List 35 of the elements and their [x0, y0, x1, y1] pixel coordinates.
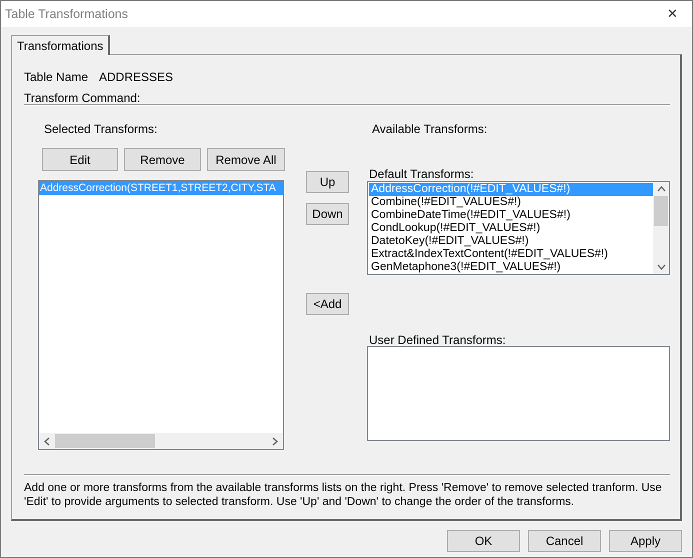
scroll-right-icon[interactable] — [272, 436, 278, 446]
scrollbar-thumb[interactable] — [55, 434, 155, 448]
action-button[interactable]: Remove — [124, 148, 201, 171]
field-label: Table Name — [24, 69, 90, 86]
horizontal-scrollbar[interactable] — [39, 433, 283, 449]
list-item[interactable]: Extract&IndexTextContent(!#EDIT_VALUES#!) — [369, 248, 653, 261]
help-text: Add one or more transforms from the available transforms lists on the right. Press 'Remove' to remove selected tranform. Use 'Edit' to provide arguments to selected transform. Use 'Up' and 'Down' to change the order of the transforms. — [24, 481, 663, 509]
section-label: Selected Transforms: — [43, 121, 158, 134]
scroll-left-icon[interactable] — [44, 436, 50, 446]
action-button[interactable]: Remove All — [207, 148, 285, 171]
add-button[interactable]: <Add — [306, 293, 349, 315]
dialog-button[interactable]: Cancel — [528, 530, 601, 552]
list-item[interactable]: Combine(!#EDIT_VALUES#!) — [369, 196, 653, 209]
section-label: Available Transforms: — [371, 121, 488, 134]
move-button[interactable]: Down — [306, 203, 349, 225]
field-label: Transform Command: — [24, 90, 142, 103]
scroll-down-icon[interactable] — [656, 264, 666, 270]
section-label: User Defined Transforms: — [368, 332, 507, 345]
table-name-value: ADDRESSES — [99, 69, 174, 86]
section-label: Default Transforms: — [368, 168, 475, 180]
scrollbar-thumb[interactable] — [654, 196, 668, 226]
list-item[interactable]: CombineDateTime(!#EDIT_VALUES#!) — [369, 209, 653, 222]
list-item[interactable]: GenMetaphone3(!#EDIT_VALUES#!) — [369, 261, 653, 274]
list-item[interactable]: CondLookup(!#EDIT_VALUES#!) — [369, 222, 653, 235]
dialog-button[interactable]: OK — [447, 530, 520, 552]
window-title: Table Transformations — [5, 6, 128, 23]
tab[interactable]: Transformations — [11, 35, 110, 55]
user-defined-transforms-list[interactable] — [367, 346, 670, 441]
list-item[interactable]: DatetoKey(!#EDIT_VALUES#!) — [369, 235, 653, 248]
action-button[interactable]: Edit — [42, 148, 118, 171]
scroll-up-icon[interactable] — [656, 186, 666, 192]
vertical-scrollbar[interactable] — [653, 182, 669, 274]
close-button[interactable]: ✕ — [665, 4, 680, 24]
dialog-button[interactable]: Apply — [609, 530, 682, 552]
move-button[interactable]: Up — [306, 171, 349, 193]
